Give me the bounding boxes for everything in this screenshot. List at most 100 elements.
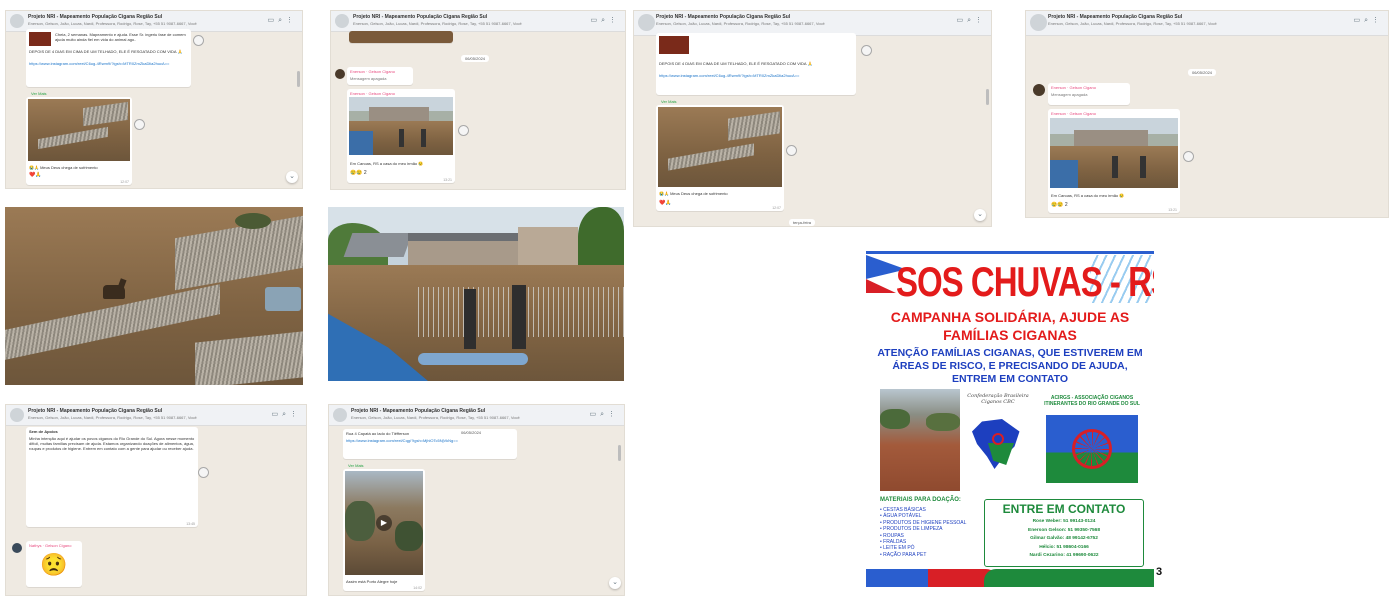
reaction[interactable]: ❤️🙏 <box>26 171 44 180</box>
photo-caption: Em Canoas, RS a casa do meu irmão 😢 <box>350 161 424 166</box>
romani-flag-icon <box>1046 415 1138 483</box>
photo-caption: 😭🙏 Meus Deus chega de sofrimento <box>659 191 728 196</box>
search-icon: ⌕ <box>1364 17 1372 24</box>
message-link[interactable]: https://www.instagram.com/reel/Cqg/?igsh… <box>343 438 517 445</box>
material-item: • RAÇÃO PARA PET <box>880 551 927 558</box>
search-icon: ⌕ <box>282 411 290 418</box>
acirgs-title: ACIRGS - ASSOCIAÇÃO CIGANOS ITINERANTES … <box>1044 395 1140 407</box>
date-separator: 06/05/2024 <box>461 430 482 435</box>
reaction[interactable]: 😢😢 2 <box>1048 201 1071 210</box>
group-avatar[interactable] <box>1030 14 1047 31</box>
video-caption: Assim está Porto Alegre hoje <box>346 579 398 584</box>
flood-photo[interactable] <box>658 107 782 187</box>
date-separator: 06/05/2024 <box>1188 69 1217 76</box>
photo-message: 😭🙏 Meus Deus chega de sofrimento ❤️🙏 12:… <box>656 105 784 211</box>
contact-line: Gilmar Galvão: 48 99142-6752 <box>1030 536 1098 541</box>
video-call-icon: ▭ <box>271 411 283 418</box>
chat-title: Projeto NRI - Mapeamento População Cigan… <box>28 408 163 414</box>
reaction[interactable]: ❤️🙏 <box>656 199 674 208</box>
chat-screenshot-3: Projeto NRI - Mapeamento População Cigan… <box>633 10 992 227</box>
chat-subtitle: Enerson, Gelson, João, Lucas, Nardi, Pro… <box>28 21 197 26</box>
header-actions[interactable]: ▭⌕⋮ <box>589 410 619 419</box>
chat-subtitle: Enerson, Gelson, João, Lucas, Nardi, Pro… <box>656 21 825 26</box>
forward-button[interactable] <box>861 45 872 56</box>
forward-button[interactable] <box>786 145 797 156</box>
chat-screenshot-4: Projeto NRI - Mapeamento População Cigan… <box>1025 10 1389 218</box>
sender-avatar <box>335 69 345 79</box>
reaction[interactable]: 😢😢 2 <box>347 169 370 178</box>
chat-header: Projeto NRI - Mapeamento População Cigan… <box>6 405 306 426</box>
message-time: 12:07 <box>120 180 129 184</box>
notice-line-3: ENTREM EM CONTATO <box>951 373 1069 385</box>
scrollbar[interactable] <box>986 89 989 105</box>
message-text: DEPOIS DE 4 DIAS EM CIMA DE UM TELHADO, … <box>659 61 813 66</box>
flood-photo[interactable] <box>349 97 453 155</box>
scroll-down-button[interactable]: ⌄ <box>609 577 621 589</box>
contact-line: Enerson Gelson: 51 99350-7568 <box>1028 527 1100 533</box>
message-link[interactable]: https://www.instagram.com/reel/C6ug-4Rwm… <box>26 59 191 68</box>
sender-name: Enerson · Gelson Cigano <box>1051 85 1096 90</box>
flood-photo[interactable] <box>28 99 130 161</box>
video-call-icon: ▭ <box>267 17 279 24</box>
scrollbar[interactable] <box>618 445 621 461</box>
forward-button[interactable] <box>134 119 145 130</box>
header-actions[interactable]: ▭⌕⋮ <box>271 410 301 419</box>
flood-photo[interactable] <box>1050 118 1178 188</box>
sender-name: Enerson · Gelson Cigano <box>350 69 395 74</box>
forward-button[interactable] <box>198 467 209 478</box>
message-text: DEPOIS DE 4 DIAS EM CIMA DE UM TELHADO, … <box>29 49 183 54</box>
chat-screenshot-5: Projeto NRI - Mapeamento População Cigan… <box>5 404 307 596</box>
sender-name: Enerson · Gelson Cigano <box>1051 111 1096 116</box>
sticker-message: Nathys · Gelson Cigano 😟 <box>26 541 82 587</box>
scrollbar[interactable] <box>297 71 300 87</box>
message-link[interactable]: https://www.instagram.com/reel/C6ug-4Rwm… <box>656 71 856 80</box>
forward-button[interactable] <box>193 35 204 46</box>
chat-subtitle: Enerson, Gelson, João, Lucas, Nardi, Pro… <box>1048 21 1217 26</box>
video-call-icon: ▭ <box>590 17 602 24</box>
group-avatar[interactable] <box>335 14 349 28</box>
video-call-icon: ▭ <box>589 411 601 418</box>
scroll-down-button[interactable]: ⌄ <box>974 209 986 221</box>
video-thumbnail[interactable] <box>29 32 51 46</box>
chat-screenshot-1: Projeto NRI - Mapeamento População Cigan… <box>5 10 303 189</box>
notice-line-2: ÁREAS DE RISCO, E PRECISANDO DE AJUDA, <box>892 360 1128 372</box>
cbc-logo: Confederação Brasileira Ciganos CBC <box>966 393 1030 489</box>
search-icon: ⌕ <box>278 17 286 24</box>
chat-subtitle: Enerson, Gelson, João, Lucas, Nardi, Pro… <box>353 21 522 26</box>
chat-header: Projeto NRI - Mapeamento População Cigan… <box>329 405 624 426</box>
video-thumbnail[interactable] <box>659 36 689 54</box>
header-actions[interactable]: ▭⌕⋮ <box>267 16 297 25</box>
chat-subtitle: Enerson, Gelson, João, Lucas, Nardi, Pro… <box>28 415 197 420</box>
message-time: 14:02 <box>413 586 422 590</box>
play-icon[interactable]: ▶ <box>376 515 392 531</box>
contact-line: Nardi Cezarino: 41 99690-0622 <box>1029 553 1099 558</box>
search-icon: ⌕ <box>600 411 608 418</box>
header-actions[interactable]: ▭⌕⋮ <box>590 16 620 25</box>
deleted-message: Enerson · Gelson Cigano Mensagem apagada <box>347 67 413 85</box>
chat-header: Projeto NRI - Mapeamento População Cigan… <box>1026 11 1388 36</box>
aerial-flood-video[interactable]: ▶ <box>345 471 423 575</box>
group-avatar[interactable] <box>638 14 655 31</box>
chat-title: Projeto NRI - Mapeamento População Cigan… <box>1048 14 1183 20</box>
message-text: Cheia, 2 semanas. Mapeamento e ajuda. Es… <box>55 32 186 42</box>
date-separator: 06/05/2024 <box>461 55 490 62</box>
chat-title: Projeto NRI - Mapeamento População Cigan… <box>28 14 163 20</box>
sender-avatar <box>1033 84 1045 96</box>
message-bubble: Rua 4 Capatá ao lado do Tiêfferson https… <box>343 429 517 459</box>
sos-chuvas-poster: SOS CHUVAS - RS CAMPANHA SOLIDÁRIA, AJUD… <box>866 251 1154 587</box>
photo-message: Enerson · Gelson Cigano Em Canoas, RS a … <box>1048 109 1180 213</box>
forward-button[interactable] <box>458 125 469 136</box>
header-actions[interactable]: ▭⌕⋮ <box>956 16 986 25</box>
sticker: 😟 <box>40 552 68 577</box>
group-avatar[interactable] <box>10 14 24 28</box>
group-avatar[interactable] <box>333 408 347 422</box>
sender-avatar <box>12 543 22 553</box>
header-actions[interactable]: ▭⌕⋮ <box>1353 16 1383 25</box>
forward-button[interactable] <box>1183 151 1194 162</box>
photo-message: Enerson · Gelson Cigano Em Canoas, RS a … <box>347 89 455 183</box>
video-call-icon: ▭ <box>956 17 968 24</box>
scroll-down-button[interactable]: ⌄ <box>286 171 298 183</box>
flood-photo-flooded-street <box>328 207 624 381</box>
menu-icon: ⋮ <box>1372 17 1383 24</box>
group-avatar[interactable] <box>10 408 24 422</box>
